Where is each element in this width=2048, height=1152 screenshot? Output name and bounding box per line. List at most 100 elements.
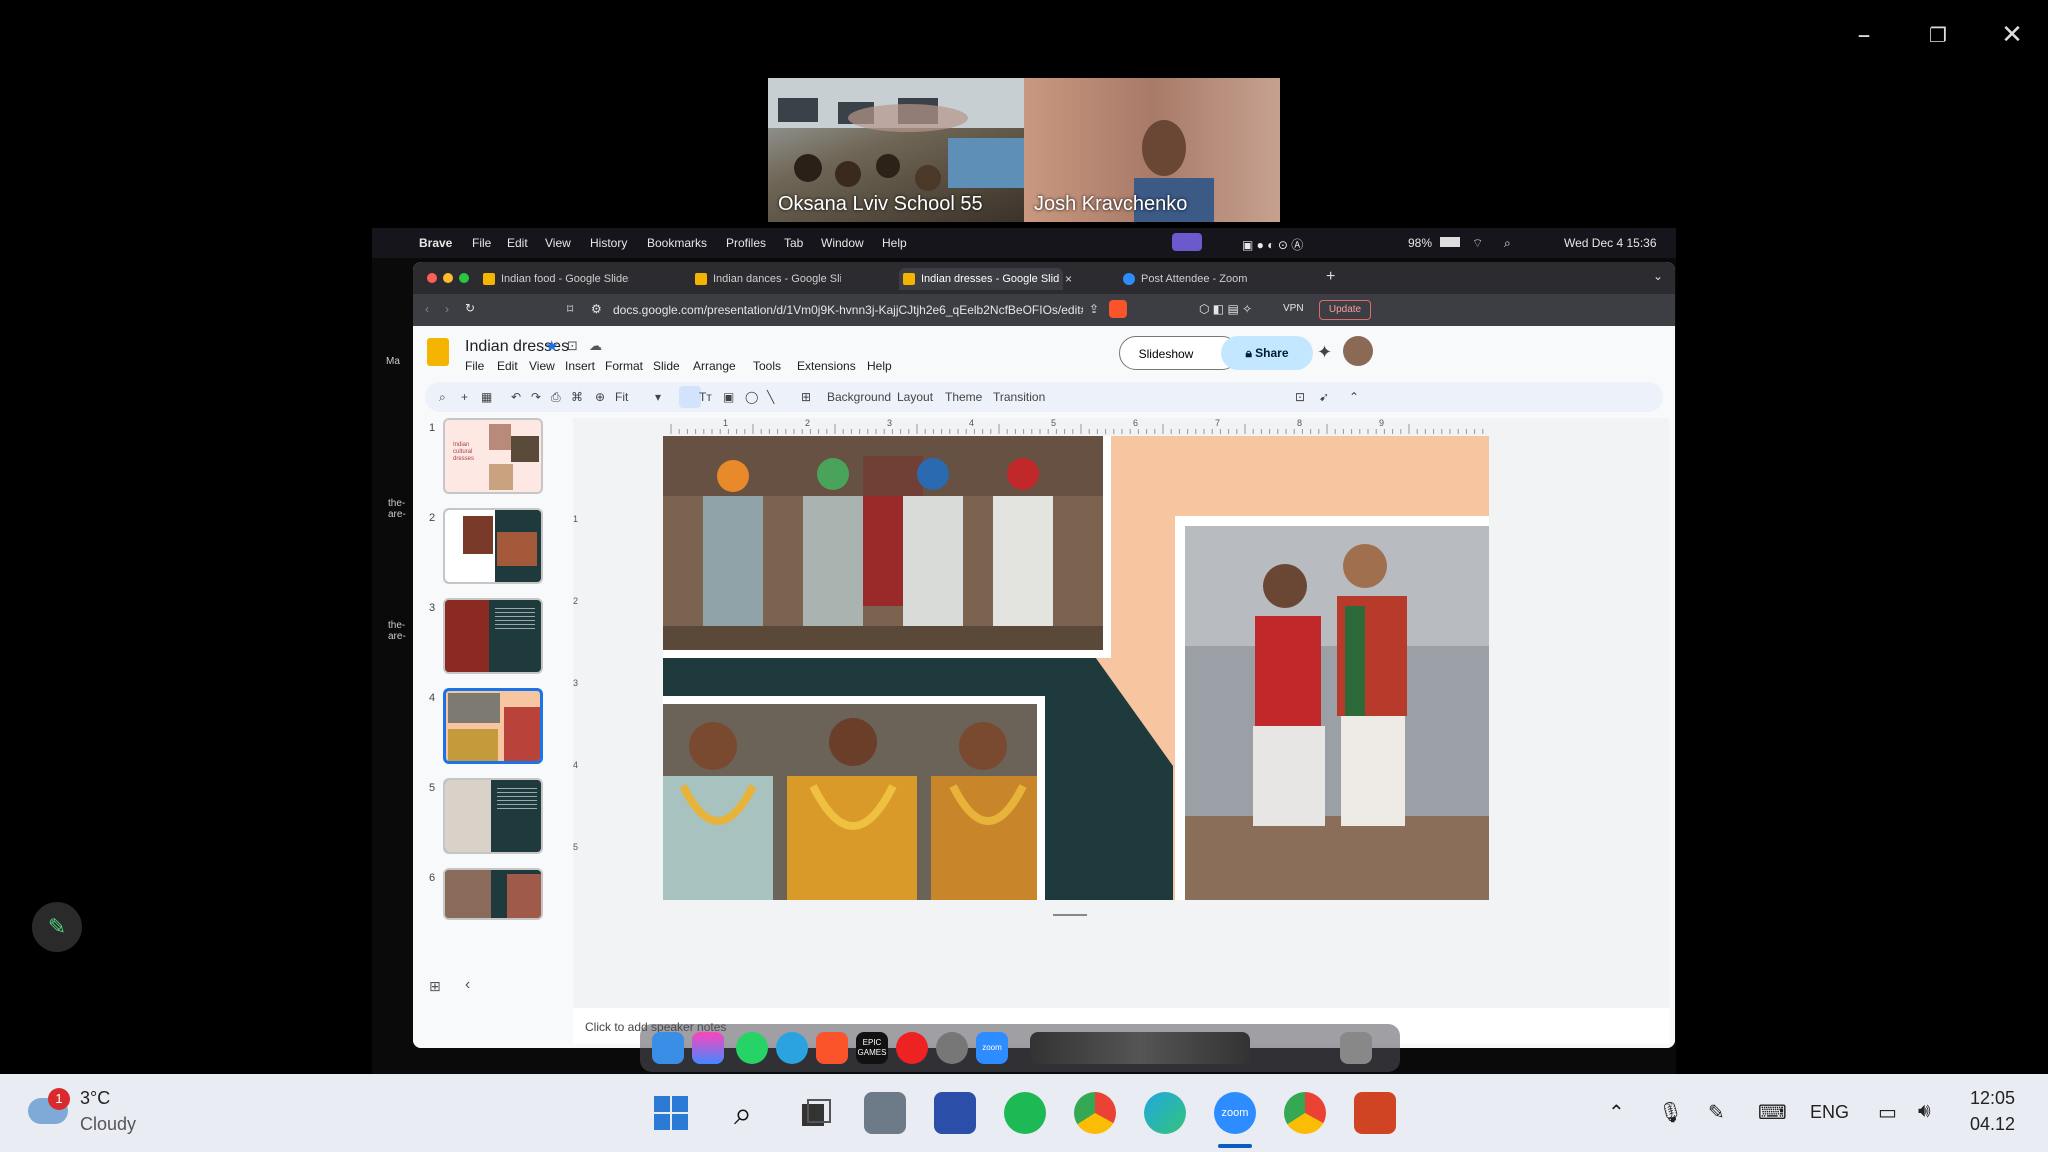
mac-minimize-button[interactable] [443, 273, 453, 283]
menu-slide[interactable]: Slide [653, 359, 680, 373]
address-field[interactable]: docs.google.com/presentation/d/1Vm0j9K-h… [613, 303, 1083, 317]
zoom-icon[interactable]: ⊕ [595, 390, 605, 404]
menubar-item-tab[interactable]: Tab [784, 236, 803, 250]
photo-men-garlands[interactable] [663, 696, 1045, 900]
mac-close-button[interactable] [427, 273, 437, 283]
menubar-item-history[interactable]: History [590, 236, 627, 250]
share-page-icon[interactable]: ⇪ [1089, 302, 1099, 316]
slide-thumb-4[interactable] [443, 688, 543, 764]
tab-close-icon[interactable]: × [1065, 272, 1072, 286]
wifi-icon[interactable]: ⌔ [1472, 236, 1483, 251]
zoom-dock-icon[interactable]: zoom [976, 1032, 1008, 1064]
epic-games-icon[interactable]: EPIC GAMES [856, 1032, 888, 1064]
photo-couple[interactable] [1175, 516, 1489, 900]
menubar-app-name[interactable]: Brave [419, 236, 452, 250]
undo-icon[interactable]: ↶ [511, 390, 521, 404]
slide-thumb-1[interactable]: Indian cultural dresses [443, 418, 543, 494]
menu-view[interactable]: View [529, 359, 555, 373]
tab-indian-dresses[interactable]: Indian dresses - Google Slid [899, 268, 1063, 290]
chevron-down-icon[interactable]: ⌄ [1653, 269, 1663, 283]
layout-icon[interactable]: ▦ [481, 390, 492, 404]
slide-thumb-6[interactable] [443, 868, 543, 920]
telegram-icon[interactable] [776, 1032, 808, 1064]
avatar[interactable] [1343, 336, 1373, 366]
menu-tools[interactable]: Tools [753, 359, 781, 373]
menubar-item-file[interactable]: File [472, 236, 491, 250]
menubar-item-edit[interactable]: Edit [507, 236, 528, 250]
forward-icon[interactable]: › [445, 302, 449, 316]
annotate-pen-icon[interactable]: ✎ [32, 902, 82, 952]
menubar-item-help[interactable]: Help [882, 236, 907, 250]
participant-tile-2[interactable]: Josh Kravchenko [1024, 78, 1280, 222]
insert-image-icon[interactable]: ⊡ [1295, 390, 1305, 404]
volume-icon[interactable]: 🔊︎ [1918, 1100, 1931, 1123]
transition-button[interactable]: Transition [993, 390, 1045, 404]
menu-file[interactable]: File [465, 359, 484, 373]
search-icon[interactable]: ⌕ [1504, 236, 1511, 251]
spotify-icon[interactable] [1004, 1092, 1046, 1134]
trash-icon[interactable] [1340, 1032, 1372, 1064]
menubar-item-bookmarks[interactable]: Bookmarks [647, 236, 707, 250]
grid-view-icon[interactable]: ⊞ [429, 978, 441, 995]
microphone-icon[interactable]: 🎙︎ [1658, 1100, 1683, 1125]
site-settings-icon[interactable]: ⚙ [591, 302, 602, 316]
menu-insert[interactable]: Insert [565, 359, 595, 373]
resize-handle[interactable] [1053, 914, 1087, 916]
share-button[interactable]: 🔒︎ Share [1221, 336, 1313, 370]
mac-zoom-button[interactable] [459, 273, 469, 283]
layout-button[interactable]: Layout [897, 390, 933, 404]
slide-thumb-3[interactable] [443, 598, 543, 674]
search-menus-icon[interactable]: ⌕ [439, 390, 446, 405]
new-slide-icon[interactable]: + [461, 390, 468, 404]
menu-help[interactable]: Help [867, 359, 892, 373]
task-view-icon[interactable] [794, 1092, 836, 1134]
notepad-icon[interactable] [934, 1092, 976, 1134]
brave-icon[interactable] [816, 1032, 848, 1064]
search-icon[interactable]: ⌕ [722, 1092, 764, 1134]
menubar-item-view[interactable]: View [545, 236, 571, 250]
participant-tile-1[interactable]: Oksana Lviv School 55 [768, 78, 1024, 222]
back-icon[interactable]: ‹ [425, 302, 429, 316]
edge-icon[interactable] [1144, 1092, 1186, 1134]
powerpoint-icon[interactable] [1354, 1092, 1396, 1134]
tab-indian-dances[interactable]: Indian dances - Google Slides [691, 268, 841, 290]
photo-sikh-men[interactable] [663, 436, 1111, 658]
keyboard-icon[interactable]: ⌨ [1758, 1100, 1787, 1125]
restore-icon[interactable]: ❐ [1920, 20, 1956, 50]
menubar-item-profiles[interactable]: Profiles [726, 236, 766, 250]
textbox-icon[interactable]: Tт [699, 390, 712, 404]
language-indicator[interactable]: ENG [1810, 1102, 1849, 1123]
menu-extensions[interactable]: Extensions [797, 359, 856, 373]
weather-description[interactable]: Cloudy [80, 1114, 136, 1135]
slide-thumb-2[interactable] [443, 508, 543, 584]
tab-indian-food[interactable]: Indian food - Google Slides [479, 268, 629, 290]
pen-icon[interactable]: ✎ [1708, 1100, 1725, 1125]
current-slide[interactable] [663, 436, 1489, 900]
gemini-icon[interactable]: ✦ [1317, 342, 1332, 363]
finder-icon[interactable] [652, 1032, 684, 1064]
reload-icon[interactable]: ↻ [465, 301, 475, 315]
chrome-icon[interactable] [1074, 1092, 1116, 1134]
redo-icon[interactable]: ↷ [531, 390, 541, 404]
zoom-taskbar-icon[interactable]: zoom [1214, 1092, 1256, 1134]
tab-post-attendee[interactable]: Post Attendee - Zoom [1119, 268, 1269, 290]
comment-icon[interactable]: ⊞ [801, 390, 811, 404]
brave-shields-icon[interactable] [1109, 300, 1127, 318]
start-icon[interactable] [650, 1092, 692, 1134]
menu-format[interactable]: Format [605, 359, 643, 373]
slides-logo[interactable] [427, 338, 449, 366]
media-player-icon[interactable] [896, 1032, 928, 1064]
paint-format-icon[interactable]: ⌘ [571, 390, 583, 404]
screen-share-icon[interactable] [1172, 233, 1202, 251]
update-button[interactable]: Update [1319, 300, 1371, 320]
shape-icon[interactable]: ◯ [745, 390, 758, 404]
image-icon[interactable]: ▣ [723, 390, 734, 404]
move-folder-icon[interactable]: ⊡ [567, 338, 578, 354]
chevron-up-icon[interactable]: ⌃ [1608, 1100, 1625, 1125]
chrome-profile-icon[interactable] [1284, 1092, 1326, 1134]
chevron-down-icon[interactable]: ▾ [655, 390, 661, 404]
minimize-icon[interactable]: – [1846, 20, 1882, 50]
clock-time[interactable]: 12:05 [1970, 1088, 2015, 1109]
close-icon[interactable]: ✕ [1994, 20, 2030, 50]
line-icon[interactable]: ╲ [767, 390, 774, 404]
